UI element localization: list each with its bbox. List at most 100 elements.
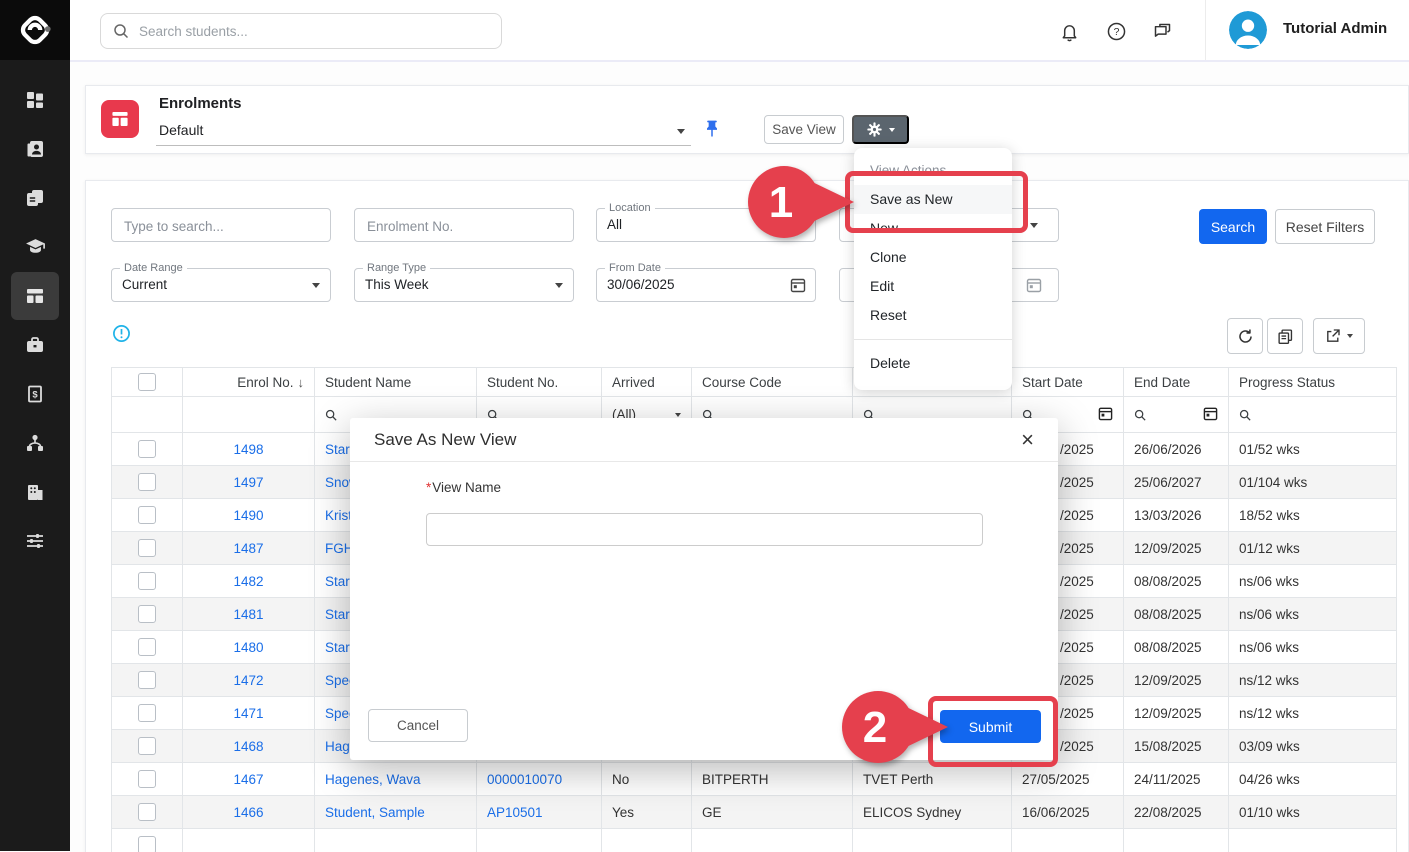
row-checkbox[interactable] [138,803,156,821]
row-checkbox[interactable] [138,440,156,458]
view-name-input[interactable] [426,513,983,546]
student-name-link[interactable]: Hagenes, Wava [325,772,421,787]
row-checkbox[interactable] [138,605,156,623]
progress-status-cell: 01/104 wks [1229,466,1397,499]
menu-item-edit[interactable]: Edit [854,272,1012,301]
menu-item-reset[interactable]: Reset [854,301,1012,330]
col-header-enrol-no[interactable]: Enrol No.↓ [183,368,315,397]
reset-filters-button[interactable]: Reset Filters [1275,209,1375,244]
cancel-button[interactable]: Cancel [368,709,468,742]
search-button[interactable]: Search [1199,209,1267,244]
row-checkbox[interactable] [138,671,156,689]
sidebar-item-enrolments[interactable] [0,271,70,320]
user-name[interactable]: Tutorial Admin [1283,20,1387,37]
help-icon[interactable]: ? [1104,19,1128,43]
pin-view-icon[interactable] [702,118,722,145]
progress-status-cell: 18/52 wks [1229,499,1397,532]
enrolment-no-input[interactable] [365,210,559,242]
enrol-no-link[interactable]: 1497 [233,475,263,490]
close-icon[interactable]: × [1021,429,1034,451]
menu-header: View Actions [854,156,1012,185]
sidebar-item-services[interactable] [0,320,70,369]
col-header-student-no[interactable]: Student No. [477,368,602,397]
view-actions-button[interactable] [852,115,909,144]
submit-button[interactable]: Submit [940,710,1041,743]
notifications-icon[interactable] [1057,19,1081,43]
col-header-end-date[interactable]: End Date [1124,368,1229,397]
enrol-no-link[interactable]: 1482 [233,574,263,589]
date-range-label: Date Range [120,262,187,274]
keyword-input[interactable] [122,210,316,242]
enrol-no-link[interactable]: 1468 [233,739,263,754]
enrol-no-link[interactable]: 1472 [233,673,263,688]
student-no-link[interactable]: 0000010070 [487,772,562,787]
enrol-no-link[interactable]: 1487 [233,541,263,556]
date-range-filter[interactable]: Date Range Current [111,268,331,302]
range-type-filter[interactable]: Range Type This Week [354,268,574,302]
select-all-checkbox[interactable] [138,373,156,391]
export-button[interactable] [1313,318,1365,354]
menu-item-delete[interactable]: Delete [854,349,1012,378]
enrol-no-link[interactable]: 1471 [233,706,263,721]
student-no-link[interactable]: AP10501 [487,805,543,820]
enrolment-no-filter[interactable] [354,208,574,242]
view-selector[interactable]: Default [156,119,691,146]
enrol-no-link[interactable]: 1466 [233,805,263,820]
svg-text:?: ? [1113,26,1119,38]
sidebar-item-organisation[interactable] [0,467,70,516]
messages-icon[interactable] [1150,19,1174,43]
menu-item-clone[interactable]: Clone [854,243,1012,272]
menu-item-new[interactable]: New [854,214,1012,243]
view-name-label: *View Name [426,480,501,495]
info-icon[interactable] [112,324,131,348]
sidebar-item-dashboard[interactable] [0,75,70,124]
refresh-button[interactable] [1227,318,1263,354]
row-checkbox[interactable] [138,473,156,491]
sidebar-item-courses[interactable] [0,222,70,271]
student-name-link[interactable]: Student, Sample [325,805,425,820]
row-checkbox[interactable] [138,836,156,852]
row-checkbox-cell [112,697,183,730]
filter-cell-progress[interactable] [1229,397,1397,433]
save-view-button[interactable]: Save View [764,115,844,144]
enrol-no-link[interactable]: 1480 [233,640,263,655]
student-searchbox[interactable] [100,13,502,49]
sidebar-item-finance[interactable]: $ [0,369,70,418]
enrol-no-link[interactable]: 1467 [233,772,263,787]
keyword-filter[interactable] [111,208,331,242]
filter-cell-enrol[interactable] [183,397,315,433]
sidebar-item-agents[interactable] [0,418,70,467]
row-checkbox[interactable] [138,572,156,590]
dashboard-icon [11,76,59,124]
row-checkbox[interactable] [138,704,156,722]
student-search-input[interactable] [137,23,501,40]
select-all-header[interactable] [112,368,183,397]
enrol-no-link[interactable]: 1481 [233,607,263,622]
filter-cell-end-date[interactable] [1124,397,1229,433]
col-header-progress-status[interactable]: Progress Status [1229,368,1397,397]
progress-status-cell: 01/12 wks [1229,532,1397,565]
col-header-start-date[interactable]: Start Date [1012,368,1124,397]
sidebar-item-settings[interactable] [0,516,70,565]
faculty-cell: TVET Perth [853,763,1012,796]
enrol-no-link[interactable]: 1490 [233,508,263,523]
row-checkbox[interactable] [138,770,156,788]
row-checkbox[interactable] [138,638,156,656]
row-checkbox[interactable] [138,506,156,524]
sidebar-item-contacts[interactable] [0,124,70,173]
enrol-no-cell: 1490 [183,499,315,532]
row-checkbox[interactable] [138,539,156,557]
from-date-filter[interactable]: From Date 30/06/2025 [596,268,816,302]
menu-item-save-as-new[interactable]: Save as New [854,185,1012,214]
col-header-course-code[interactable]: Course Code [692,368,853,397]
location-filter[interactable]: Location All [596,208,816,242]
col-header-arrived[interactable]: Arrived [602,368,692,397]
enrol-no-cell: 1482 [183,565,315,598]
row-checkbox[interactable] [138,737,156,755]
avatar[interactable] [1229,11,1267,49]
col-header-student-name[interactable]: Student Name [315,368,477,397]
columns-button[interactable] [1267,318,1303,354]
end-date-cell: 12/09/2025 [1124,697,1229,730]
sidebar-item-documents[interactable] [0,173,70,222]
enrol-no-link[interactable]: 1498 [233,442,263,457]
